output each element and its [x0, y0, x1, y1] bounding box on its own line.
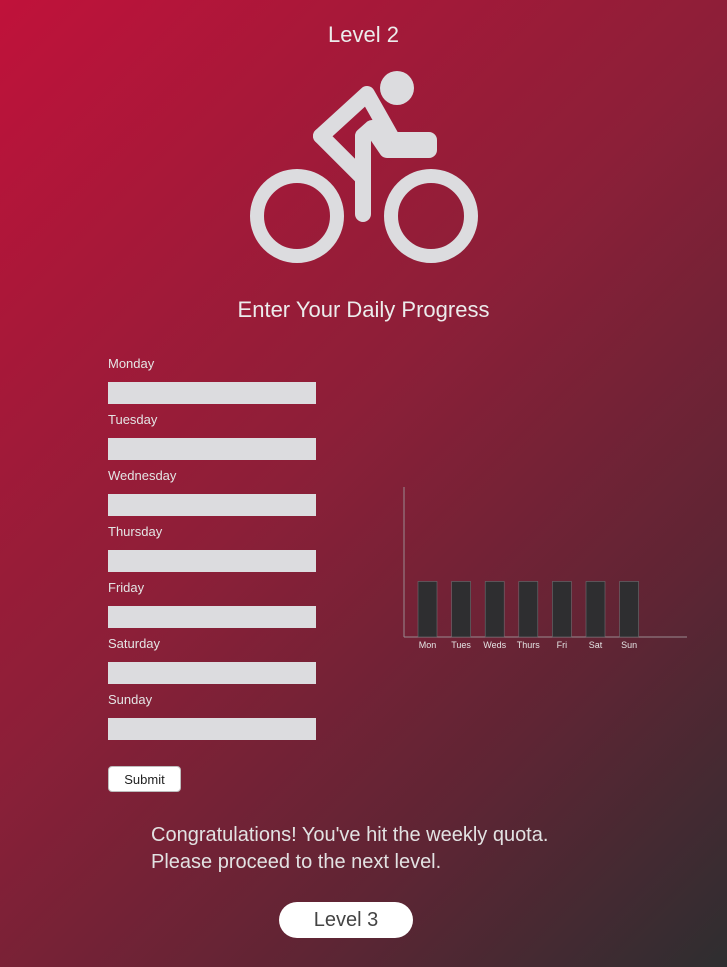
chart-tick-label-sat: Sat — [589, 640, 603, 650]
wednesday-label: Wednesday — [108, 468, 177, 483]
level-title: Level 2 — [328, 22, 399, 47]
friday-input[interactable] — [108, 606, 316, 628]
chart-bar-sun — [619, 581, 639, 638]
friday-label: Friday — [108, 580, 145, 595]
congratulations-message: Congratulations! You've hit the weekly q… — [151, 822, 548, 876]
thursday-input[interactable] — [108, 550, 316, 572]
wednesday-input[interactable] — [108, 494, 316, 516]
weekly-progress-chart: Mon Tues Weds Thurs Fri Sat Sun — [403, 487, 687, 650]
chart-bar-weds — [484, 581, 505, 638]
message-line-2: Please proceed to the next level. — [151, 851, 442, 873]
chart-bar-fri — [552, 581, 572, 638]
chart-tick-label-tues: Tues — [451, 640, 471, 650]
chart-tick-label-thurs: Thurs — [517, 640, 541, 650]
sunday-input[interactable] — [108, 718, 316, 740]
chart-bar-tues — [451, 581, 471, 638]
chart-bar-mon — [417, 581, 438, 638]
submit-button[interactable]: Submit — [108, 766, 181, 792]
chart-tick-label-sun: Sun — [621, 640, 637, 650]
bicycle-rider-icon — [250, 71, 478, 263]
monday-input[interactable] — [108, 382, 316, 404]
tuesday-label: Tuesday — [108, 412, 158, 427]
page-heading: Enter Your Daily Progress — [237, 297, 490, 322]
thursday-label: Thursday — [108, 524, 163, 539]
monday-label: Monday — [108, 356, 155, 371]
message-line-1: Congratulations! You've hit the weekly q… — [151, 824, 549, 846]
sunday-label: Sunday — [108, 692, 153, 707]
next-level-button[interactable]: Level 3 — [279, 902, 413, 938]
saturday-input[interactable] — [108, 662, 316, 684]
chart-tick-label-weds: Weds — [483, 640, 506, 650]
chart-bar-sat — [585, 581, 606, 638]
chart-tick-label-mon: Mon — [419, 640, 437, 650]
saturday-label: Saturday — [108, 636, 161, 651]
tuesday-input[interactable] — [108, 438, 316, 460]
chart-tick-label-fri: Fri — [557, 640, 568, 650]
chart-bar-thurs — [518, 581, 539, 638]
